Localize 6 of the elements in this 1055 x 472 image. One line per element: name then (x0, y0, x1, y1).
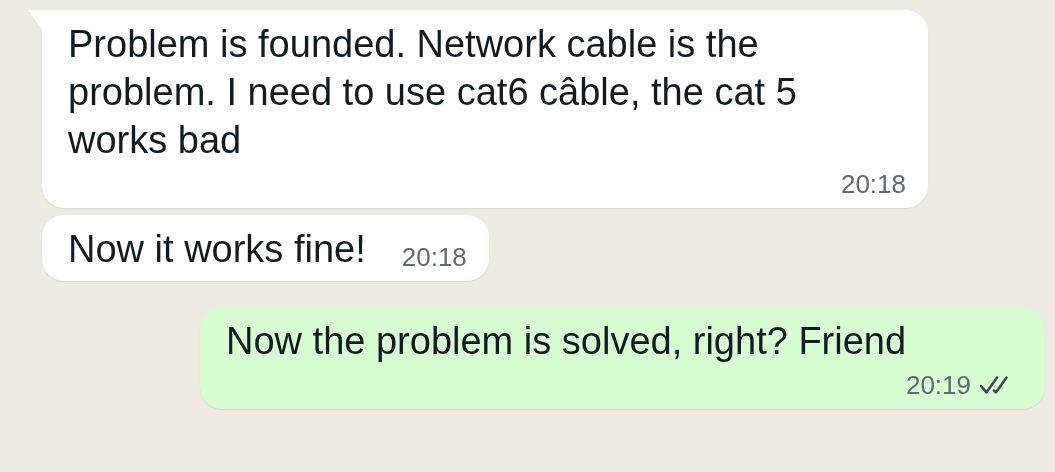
message-text: Now it works fine! (68, 227, 366, 272)
message-text: Now the problem is solved, right? Friend (226, 319, 907, 364)
message-time: 20:18 (401, 241, 467, 273)
message-text: Problem is founded. Network cable is the problem. I need to use cat6 câble, the cat 5 works bad (68, 22, 798, 163)
message-time: 20:18 (840, 168, 906, 200)
message-time: 20:19 (905, 369, 971, 401)
